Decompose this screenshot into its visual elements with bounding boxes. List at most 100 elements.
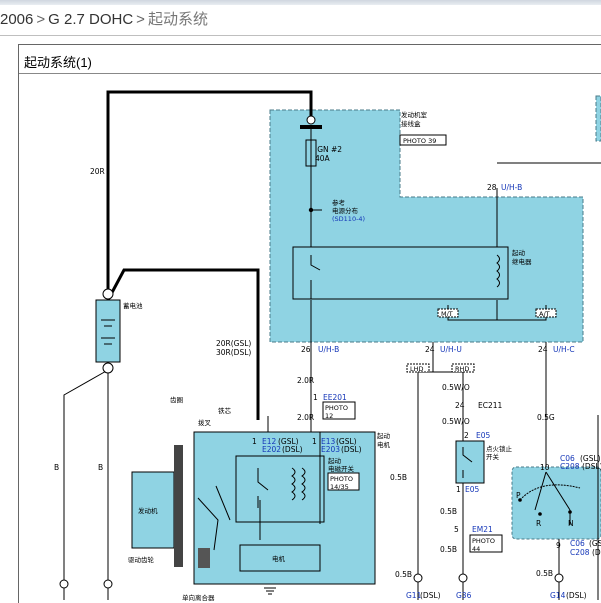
e05-pin: 2 xyxy=(464,431,469,440)
wire-05b-1: 0.5B xyxy=(390,473,407,482)
wire-05g: 0.5G xyxy=(537,413,555,422)
pos-n-dot xyxy=(568,510,572,514)
c208b-dsl: (DSL) xyxy=(592,548,601,557)
fuse-node xyxy=(306,115,316,125)
e05-conn-b[interactable]: E05 xyxy=(465,485,480,494)
conn-28[interactable]: U/H-B xyxy=(501,183,522,192)
wire-05b-4: 0.5B xyxy=(536,569,553,578)
conn-26[interactable]: U/H-B xyxy=(318,345,339,354)
ground-b-2: B xyxy=(98,463,103,472)
e202-dsl: (DSL) xyxy=(282,445,303,454)
one-way-clutch-label: 单向离合器 xyxy=(182,593,215,602)
relay-label: 起动 xyxy=(512,249,526,257)
clutch-label-2: 开关 xyxy=(486,452,500,461)
ee201-pin: 1 xyxy=(313,393,318,402)
e13-pin: 1 xyxy=(312,437,317,446)
e05-conn[interactable]: E05 xyxy=(476,431,491,440)
c06b-gsl: (GSL) xyxy=(589,539,601,548)
photo44-label: PHOTO xyxy=(472,537,495,545)
e203-dsl: (DSL) xyxy=(341,445,362,454)
gear-ring xyxy=(174,445,183,567)
pin-28: 28 xyxy=(487,183,497,192)
ec211-pin: 24 xyxy=(455,401,465,410)
ign-label: IGN #2 xyxy=(315,145,342,154)
amp-label: 40A xyxy=(315,154,331,163)
chassis-ground-icon xyxy=(264,587,276,595)
ref-label-2: 电源分布 xyxy=(332,206,359,215)
c208-conn[interactable]: C208 xyxy=(560,462,580,471)
wire-05wo-b: 0.5W/O xyxy=(442,417,470,426)
e202-conn[interactable]: E202 xyxy=(262,445,281,454)
ref-dot xyxy=(308,207,314,213)
photo12-label-2: 12 xyxy=(325,412,333,420)
em21-conn[interactable]: EM21 xyxy=(472,525,493,534)
photo44-label-2: 44 xyxy=(472,545,480,553)
wire-20r-left: 20R xyxy=(90,167,105,176)
mt-label: M/T xyxy=(441,310,453,318)
c06-pin: 10 xyxy=(540,463,550,472)
starter-label: 起动 xyxy=(377,432,391,440)
battery-terminal-neg xyxy=(102,362,114,374)
relay-label-2: 继电器 xyxy=(512,257,532,266)
wire-05b-5: 0.5B xyxy=(395,570,412,579)
ee201-conn[interactable]: EE201 xyxy=(323,393,347,402)
battery-label: 蓄电池 xyxy=(123,301,143,310)
battery-terminal-pos xyxy=(102,288,114,300)
solenoid-label: 起动 xyxy=(328,457,342,465)
pin-26: 26 xyxy=(301,345,311,354)
solenoid-label-2: 电磁开关 xyxy=(328,464,355,473)
conn-24a[interactable]: U/H-U xyxy=(440,345,462,354)
photo14-label-2: 14/35 xyxy=(330,483,349,491)
iron-core-label: 铁芯 xyxy=(218,406,232,415)
ref-code-link[interactable]: (SD110-4) xyxy=(332,215,365,223)
ec211-conn: EC211 xyxy=(478,401,503,410)
wire-20r: 2.0R xyxy=(297,376,314,385)
c06b-pin: 9 xyxy=(556,541,561,550)
drive-gear-label: 驱动齿轮 xyxy=(128,555,155,564)
c208-dsl: (DSL) xyxy=(582,462,601,471)
engine-room-box-label: 发动机室 xyxy=(401,110,428,119)
pos-n: N xyxy=(568,519,574,528)
wire-05wo: 0.5W/O xyxy=(442,383,470,392)
wire-05b-3: 0.5B xyxy=(440,545,457,554)
pos-p: P xyxy=(516,491,521,500)
pos-r-dot xyxy=(538,512,542,516)
ground-b-1: B xyxy=(54,463,59,472)
drive-gear xyxy=(198,548,210,568)
battery xyxy=(95,299,121,363)
g36-conn[interactable]: G36 xyxy=(456,591,472,600)
g11-dsl: (DSL) xyxy=(420,591,441,600)
wire-20r-b: 2.0R xyxy=(297,413,314,422)
c06b-conn[interactable]: C06 xyxy=(570,539,585,548)
fuse-bar xyxy=(300,125,322,129)
pin-24b: 24 xyxy=(538,345,548,354)
c208b-conn[interactable]: C208 xyxy=(570,548,590,557)
conn-24b[interactable]: U/H-C xyxy=(553,345,575,354)
starter-label-2: 电机 xyxy=(377,440,391,449)
motor-label: 电机 xyxy=(272,554,286,563)
e12-pin: 1 xyxy=(252,437,257,446)
pos-r: R xyxy=(536,519,541,528)
lhd-label: LHD xyxy=(410,365,424,373)
e203-conn[interactable]: E203 xyxy=(321,445,340,454)
photo12-label: PHOTO xyxy=(325,404,348,412)
em21-pin: 5 xyxy=(454,525,459,534)
clutch-label: 点火锁止 xyxy=(486,444,513,453)
e05-pin-b: 1 xyxy=(456,485,461,494)
wire-05b-2: 0.5B xyxy=(440,507,457,516)
photo39-label: PHOTO 39 xyxy=(403,137,436,145)
junction-box-edge xyxy=(595,95,601,142)
g14-conn[interactable]: G14 xyxy=(550,591,566,600)
pin-24a: 24 xyxy=(425,345,435,354)
engine-room-box-label-2: 接线盒 xyxy=(401,119,421,128)
wire-20r-gsl: 20R(GSL) xyxy=(216,339,251,348)
wire-30r-dsl: 30R(DSL) xyxy=(216,348,251,357)
g14-dsl: (DSL) xyxy=(566,591,587,600)
at-label: A/T xyxy=(539,310,550,318)
rhd-label: RHD xyxy=(455,365,469,373)
fork-label: 拨叉 xyxy=(198,418,212,427)
gear-ring-label: 齿圈 xyxy=(170,396,183,404)
photo14-label: PHOTO xyxy=(330,475,353,483)
clutch-switch-box xyxy=(455,440,485,484)
ref-label: 参考 xyxy=(332,198,346,207)
